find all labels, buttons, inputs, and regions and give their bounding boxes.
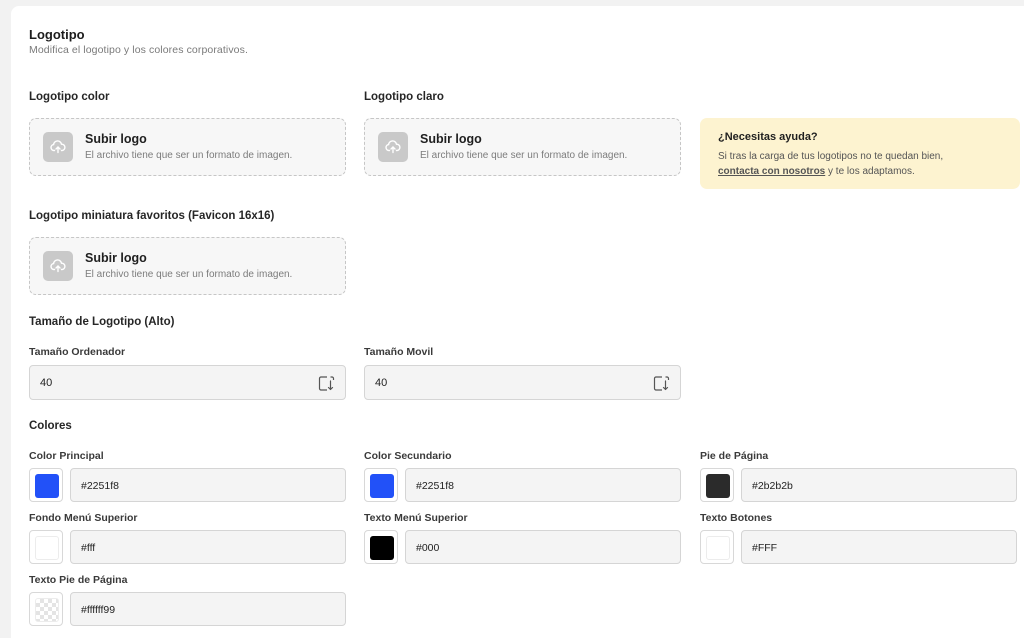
color-value: #2b2b2b — [752, 480, 793, 492]
color-input-secundario[interactable]: #2251f8 — [405, 468, 681, 502]
color-value: #ffffff99 — [81, 604, 116, 616]
color-value: #000 — [416, 542, 440, 554]
logo-light-label: Logotipo claro — [364, 91, 444, 103]
upload-hint: El archivo tiene que ser un formato de i… — [85, 269, 293, 280]
cloud-upload-icon — [43, 132, 73, 162]
color-swatch-pie-pagina[interactable] — [700, 468, 734, 502]
contact-link[interactable]: contacta con nosotros — [718, 166, 825, 177]
help-text-line1: Si tras la carga de tus logotipos no te … — [718, 151, 944, 162]
swatch-fill — [35, 536, 59, 560]
upload-title: Subir logo — [85, 132, 147, 146]
mobile-size-input[interactable]: 40 — [364, 365, 681, 400]
color-input-texto-menu[interactable]: #000 — [405, 530, 681, 564]
colors-section-label: Colores — [29, 420, 72, 432]
color-input-fondo-menu[interactable]: #fff — [70, 530, 346, 564]
cloud-upload-icon — [378, 132, 408, 162]
color-value: #2251f8 — [81, 480, 119, 492]
help-box: ¿Necesitas ayuda? Si tras la carga de tu… — [700, 118, 1020, 189]
swatch-fill — [35, 598, 59, 622]
logo-color-label: Logotipo color — [29, 91, 110, 103]
desktop-size-label: Tamaño Ordenador — [29, 346, 126, 358]
logo-light-upload[interactable]: Subir logo El archivo tiene que ser un f… — [364, 118, 681, 176]
color-input-principal[interactable]: #2251f8 — [70, 468, 346, 502]
help-text-line2: contacta con nosotros y te los adaptamos… — [718, 166, 915, 177]
color-value: #fff — [81, 542, 96, 554]
color-input-texto-pie[interactable]: #ffffff99 — [70, 592, 346, 626]
swatch-fill — [370, 474, 394, 498]
upload-title: Subir logo — [420, 132, 482, 146]
favicon-upload[interactable]: Subir logo El archivo tiene que ser un f… — [29, 237, 346, 295]
logo-settings-card: Logotipo Modifica el logotipo y los colo… — [11, 6, 1024, 638]
swatch-fill — [35, 474, 59, 498]
page-title: Logotipo — [29, 27, 85, 42]
upload-title: Subir logo — [85, 251, 147, 265]
mobile-size-value: 40 — [375, 377, 388, 389]
swatch-fill — [370, 536, 394, 560]
color-value: #FFF — [752, 542, 778, 554]
color-field-label: Color Secundario — [364, 450, 452, 462]
color-field-label: Texto Botones — [700, 512, 773, 524]
help-title: ¿Necesitas ayuda? — [718, 131, 818, 143]
upload-hint: El archivo tiene que ser un formato de i… — [85, 150, 293, 161]
color-swatch-texto-pie[interactable] — [29, 592, 63, 626]
color-swatch-texto-menu[interactable] — [364, 530, 398, 564]
color-swatch-fondo-menu[interactable] — [29, 530, 63, 564]
color-field-label: Texto Menú Superior — [364, 512, 468, 524]
color-swatch-texto-botones[interactable] — [700, 530, 734, 564]
color-value: #2251f8 — [416, 480, 454, 492]
color-swatch-principal[interactable] — [29, 468, 63, 502]
desktop-size-value: 40 — [40, 377, 53, 389]
upload-hint: El archivo tiene que ser un formato de i… — [420, 150, 628, 161]
color-field-label: Texto Pie de Página — [29, 574, 128, 586]
swatch-fill — [706, 474, 730, 498]
cloud-upload-icon — [43, 251, 73, 281]
favicon-label: Logotipo miniatura favoritos (Favicon 16… — [29, 210, 275, 222]
color-field-label: Fondo Menú Superior — [29, 512, 138, 524]
desktop-size-input[interactable]: 40 — [29, 365, 346, 400]
resize-stepper-icon[interactable] — [653, 375, 670, 392]
logo-color-upload[interactable]: Subir logo El archivo tiene que ser un f… — [29, 118, 346, 176]
page-subtitle: Modifica el logotipo y los colores corpo… — [29, 44, 248, 56]
color-swatch-secundario[interactable] — [364, 468, 398, 502]
mobile-size-label: Tamaño Movil — [364, 346, 434, 358]
color-field-label: Color Principal — [29, 450, 104, 462]
color-field-label: Pie de Página — [700, 450, 769, 462]
color-input-pie-pagina[interactable]: #2b2b2b — [741, 468, 1017, 502]
size-section-label: Tamaño de Logotipo (Alto) — [29, 316, 175, 328]
resize-stepper-icon[interactable] — [318, 375, 335, 392]
help-text-rest: y te los adaptamos. — [825, 166, 915, 177]
swatch-fill — [706, 536, 730, 560]
color-input-texto-botones[interactable]: #FFF — [741, 530, 1017, 564]
